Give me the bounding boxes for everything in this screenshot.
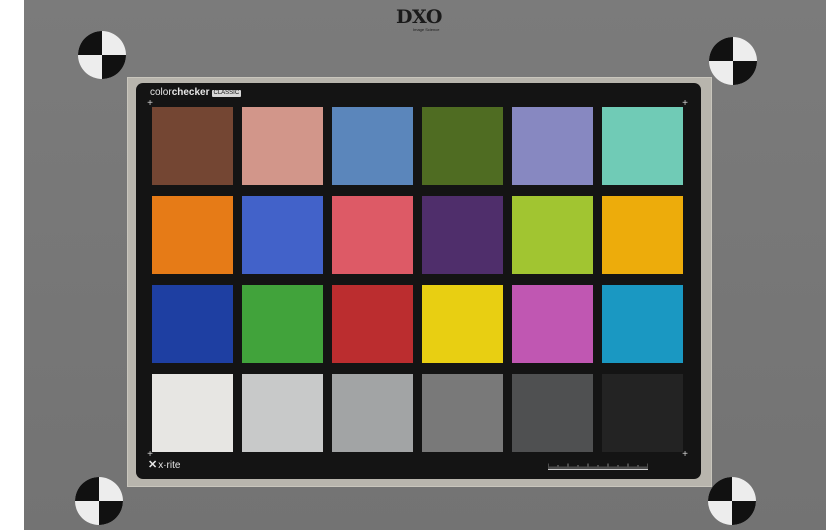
colorchecker-brand: colorchecker CLASSIC (150, 87, 242, 99)
color-patch-r3-c2 (242, 285, 323, 363)
brand-bold-text: checker (171, 87, 210, 98)
xrite-mark-icon: ✕ (148, 459, 158, 471)
color-patch-r1-c3 (332, 107, 413, 185)
brand-classic-tag: CLASSIC (211, 90, 242, 97)
color-patch-r2-c6 (602, 196, 683, 274)
color-patch-r4-c5 (512, 374, 593, 452)
xrite-logo-text: x·rite (158, 460, 181, 471)
color-patch-r2-c2 (242, 196, 323, 274)
color-patch-r3-c1 (152, 285, 233, 363)
dxo-logo-text: DXO (396, 6, 442, 28)
color-patch-r1-c5 (512, 107, 593, 185)
color-patch-r1-c6 (602, 107, 683, 185)
color-patch-r1-c4 (422, 107, 503, 185)
color-patch-r2-c4 (422, 196, 503, 274)
brand-light-text: color (150, 87, 172, 98)
color-patch-r4-c6 (602, 374, 683, 452)
color-patch-r2-c5 (512, 196, 593, 274)
registration-target-bottom-right (708, 477, 756, 525)
dxo-logo: DXO Image Science (396, 6, 446, 34)
registration-target-top-right (709, 37, 757, 85)
color-patch-r4-c2 (242, 374, 323, 452)
color-patch-r2-c1 (152, 196, 233, 274)
registration-target-top-left (78, 31, 126, 79)
color-patch-r3-c6 (602, 285, 683, 363)
color-patch-r4-c1 (152, 374, 233, 452)
color-patch-r4-c4 (422, 374, 503, 452)
color-patch-r4-c3 (332, 374, 413, 452)
color-patch-r1-c1 (152, 107, 233, 185)
photo-scene: DXO Image Science colorchecker CLASSIC + … (0, 0, 840, 530)
color-patch-r1-c2 (242, 107, 323, 185)
color-patch-r3-c4 (422, 285, 503, 363)
scale-ruler (548, 463, 648, 470)
registration-target-bottom-left (75, 477, 123, 525)
xrite-logo: ✕x·rite (148, 459, 180, 472)
dxo-logo-tagline: Image Science (413, 27, 440, 32)
colorchecker-card: colorchecker CLASSIC + + + + ✕x·rite (136, 83, 701, 479)
color-patch-r3-c3 (332, 285, 413, 363)
color-patch-r2-c3 (332, 196, 413, 274)
color-patch-r3-c5 (512, 285, 593, 363)
